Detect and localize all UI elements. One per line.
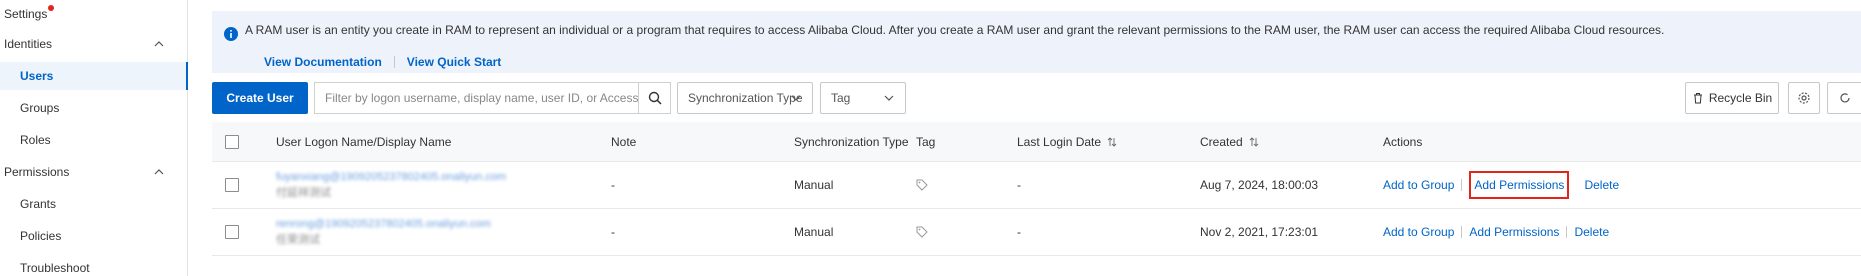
add-to-group-link[interactable]: Add to Group [1383, 225, 1454, 239]
info-notice: A RAM user is an entity you create in RA… [212, 11, 1861, 73]
info-icon [224, 27, 238, 41]
link-separator [393, 56, 395, 68]
user-logon-name-link[interactable]: renrong@1909205237802405.onaliyun.com [276, 217, 491, 231]
sidebar-item-groups[interactable]: Groups [0, 94, 187, 122]
create-user-button[interactable]: Create User [212, 82, 308, 114]
header-checkbox-cell [225, 122, 239, 161]
user-display-name: 任荣测试 [276, 234, 320, 246]
notification-dot [48, 5, 55, 11]
sort-icon [1249, 136, 1259, 147]
sync-type-select-label: Synchronization Type [688, 91, 803, 105]
row-checkbox[interactable] [225, 225, 239, 239]
add-to-group-link[interactable]: Add to Group [1383, 178, 1454, 192]
action-separator [1566, 226, 1568, 238]
sidebar-group-permissions[interactable]: Permissions [0, 158, 187, 186]
created-cell: Nov 2, 2021, 17:23:01 [1200, 225, 1319, 239]
sidebar-item-label: Troubleshoot [20, 261, 90, 275]
table-row: fuyanxiang@1909205237802405.onaliyun.com… [212, 162, 1861, 209]
notice-text: A RAM user is an entity you create in RA… [245, 23, 1665, 37]
user-cell: renrong@1909205237802405.onaliyun.com 任荣… [276, 209, 491, 255]
chevron-up-icon [154, 169, 164, 175]
actions-cell: Add to Group Add Permissions Delete [1383, 162, 1619, 208]
delete-link[interactable]: Delete [1574, 225, 1609, 239]
header-actions: Actions [1383, 134, 1423, 149]
sidebar-item-label: Permissions [4, 165, 70, 179]
view-quick-start-link[interactable]: View Quick Start [407, 55, 501, 69]
header-note: Note [611, 134, 637, 149]
sidebar-item-policies[interactable]: Policies [0, 222, 187, 250]
header-created[interactable]: Created [1200, 122, 1259, 161]
sidebar-item-grants[interactable]: Grants [0, 190, 187, 218]
refresh-button[interactable] [1827, 82, 1861, 114]
notice-links: View Documentation View Quick Start [264, 55, 501, 69]
sidebar-group-identities[interactable]: Identities [0, 30, 187, 58]
header-tag: Tag [916, 134, 936, 149]
row-checkbox[interactable] [225, 178, 239, 192]
sidebar-item-roles[interactable]: Roles [0, 126, 187, 154]
header-last-login-label: Last Login Date [1017, 134, 1102, 149]
user-logon-name-link[interactable]: fuyanxiang@1909205237802405.onaliyun.com [276, 170, 506, 184]
sidebar-item-users[interactable]: Users [0, 62, 188, 90]
header-created-label: Created [1200, 134, 1243, 149]
sidebar: Settings Identities Users Groups Roles P… [0, 0, 188, 276]
sidebar-item-label: Policies [20, 229, 62, 243]
sidebar-item-label: Groups [20, 101, 60, 115]
add-permissions-link[interactable]: Add Permissions [1469, 171, 1570, 199]
note-cell: - [611, 178, 615, 192]
row-checkbox-cell [225, 209, 239, 255]
search-input[interactable] [315, 83, 638, 113]
search-button[interactable] [638, 83, 670, 113]
chevron-down-icon [884, 95, 894, 101]
view-documentation-link[interactable]: View Documentation [264, 55, 382, 69]
delete-link[interactable]: Delete [1584, 178, 1619, 192]
main-content: A RAM user is an entity you create in RA… [203, 0, 1861, 276]
recycle-bin-button[interactable]: Recycle Bin [1685, 82, 1779, 114]
sidebar-item-label: Roles [20, 133, 51, 147]
actions-cell: Add to Group Add Permissions Delete [1383, 209, 1609, 255]
tag-cell [916, 162, 928, 208]
note-cell: - [611, 225, 615, 239]
sidebar-item-label: Users [20, 69, 54, 83]
created-cell: Aug 7, 2024, 18:00:03 [1200, 178, 1319, 192]
row-checkbox-cell [225, 162, 239, 208]
sidebar-item-label: Grants [20, 197, 57, 211]
tag-icon[interactable] [916, 226, 928, 238]
sidebar-item-settings[interactable]: Settings [0, 0, 187, 28]
action-separator [1461, 179, 1463, 191]
sidebar-item-label: Settings [4, 7, 48, 21]
gear-icon [1798, 92, 1810, 104]
header-last-login[interactable]: Last Login Date [1017, 122, 1117, 161]
last-login-cell: - [1017, 178, 1021, 192]
action-separator [1576, 179, 1577, 191]
table-header: User Logon Name/Display Name Note Synchr… [212, 122, 1861, 162]
table-row: renrong@1909205237802405.onaliyun.com 任荣… [212, 209, 1861, 256]
tag-cell [916, 209, 928, 255]
sort-icon [1107, 136, 1117, 147]
sync-type-select[interactable]: Synchronization Type [677, 82, 813, 114]
action-separator [1461, 226, 1463, 238]
add-permissions-link[interactable]: Add Permissions [1469, 225, 1559, 239]
trash-icon [1693, 93, 1702, 104]
select-all-checkbox[interactable] [225, 134, 239, 149]
header-sync-type: Synchronization Type [794, 134, 909, 149]
refresh-icon [1840, 93, 1850, 103]
settings-button[interactable] [1788, 82, 1820, 114]
header-user: User Logon Name/Display Name [276, 134, 452, 149]
recycle-bin-label: Recycle Bin [1708, 91, 1773, 105]
last-login-cell: - [1017, 225, 1021, 239]
tag-icon[interactable] [916, 179, 928, 191]
sync-type-cell: Manual [794, 225, 834, 239]
sidebar-item-troubleshoot[interactable]: Troubleshoot [0, 254, 187, 276]
user-display-name: 付延祥测试 [276, 187, 331, 199]
search-box [314, 82, 671, 114]
chevron-down-icon [791, 95, 801, 101]
sync-type-cell: Manual [794, 178, 834, 192]
user-cell: fuyanxiang@1909205237802405.onaliyun.com… [276, 162, 506, 208]
search-icon [648, 91, 662, 105]
chevron-up-icon [154, 41, 164, 47]
tag-select-label: Tag [831, 91, 851, 105]
tag-select[interactable]: Tag [820, 82, 906, 114]
sidebar-item-label: Identities [4, 37, 53, 51]
